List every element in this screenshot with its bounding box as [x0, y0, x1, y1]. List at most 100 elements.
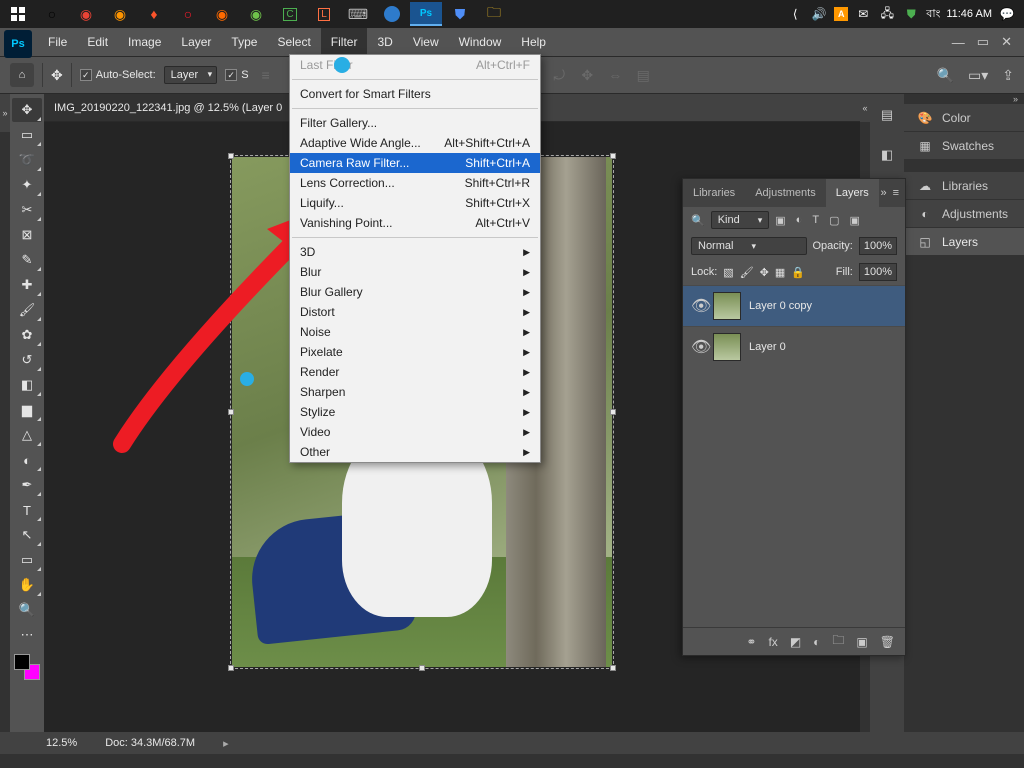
workspace-icon[interactable]: ▭▾ — [968, 67, 988, 84]
menu-item-vanishing-point[interactable]: Vanishing Point...Alt+Ctrl+V — [290, 213, 540, 233]
3d-roll-icon[interactable]: ⤾ — [550, 67, 568, 84]
panel-expand-icon[interactable]: » — [880, 187, 886, 199]
home-icon[interactable]: ⌂ — [10, 63, 34, 87]
share-icon[interactable]: ⇪ — [1002, 67, 1014, 84]
app-l-icon[interactable]: L — [308, 2, 340, 26]
menu-item-distort[interactable]: Distort — [290, 302, 540, 322]
history-panel-icon[interactable]: ▤ — [874, 102, 900, 128]
keyboard-icon[interactable]: ⌨ — [342, 2, 374, 26]
menu-item-camera-raw[interactable]: Camera Raw Filter...Shift+Ctrl+A — [290, 153, 540, 173]
firefox-icon[interactable]: ◉ — [104, 2, 136, 26]
history-brush-tool[interactable]: ↺ — [12, 348, 42, 372]
panel-tab-color[interactable]: 🎨Color — [904, 104, 1024, 132]
menu-item-other[interactable]: Other — [290, 442, 540, 462]
network-tray-icon[interactable]: 🖧 — [878, 5, 896, 23]
menu-item-3d[interactable]: 3D — [290, 242, 540, 262]
auto-select-target-select[interactable]: Layer — [164, 66, 218, 84]
menu-item-stylize[interactable]: Stylize — [290, 402, 540, 422]
menu-item-video[interactable]: Video — [290, 422, 540, 442]
hand-tool[interactable]: ✋ — [12, 573, 42, 597]
menu-select[interactable]: Select — [267, 28, 320, 56]
layer-name[interactable]: Layer 0 copy — [749, 300, 812, 312]
rectangle-tool[interactable]: ▭ — [12, 548, 42, 572]
group-icon[interactable]: 🗀 — [832, 631, 844, 652]
layer-filter-select[interactable]: Kind — [711, 211, 770, 229]
panel-menu-icon[interactable]: ≡ — [893, 187, 899, 199]
panel-tab-layers-inline[interactable]: Layers — [826, 179, 879, 207]
imo-icon[interactable] — [376, 2, 408, 26]
transform-handle-ml[interactable] — [228, 409, 234, 415]
layer-item[interactable]: 👁 Layer 0 — [683, 326, 905, 367]
collapse-right-icon[interactable]: » — [904, 94, 1024, 104]
menu-item-blur[interactable]: Blur — [290, 262, 540, 282]
menu-item-sharpen[interactable]: Sharpen — [290, 382, 540, 402]
clone-stamp-tool[interactable]: ✿ — [12, 323, 42, 347]
volume-icon[interactable]: 🔊 — [810, 5, 828, 23]
show-hidden-icons-icon[interactable]: ⟨ — [786, 5, 804, 23]
lock-position-icon[interactable]: ✥ — [760, 266, 769, 279]
layer-mask-icon[interactable]: ◩ — [790, 635, 801, 649]
panel-tab-libraries-inline[interactable]: Libraries — [683, 179, 745, 207]
brush-tool[interactable]: 🖌 — [12, 298, 42, 322]
menu-item-pixelate[interactable]: Pixelate — [290, 342, 540, 362]
3d-pan-icon[interactable]: ✥ — [578, 67, 596, 84]
opacity-value[interactable]: 100% — [859, 237, 897, 255]
transform-handle-mr[interactable] — [610, 409, 616, 415]
lasso-tool[interactable]: ➰ — [12, 148, 42, 172]
document-tab[interactable]: IMG_20190220_122341.jpg @ 12.5% (Layer 0… — [44, 94, 307, 121]
delete-layer-icon[interactable]: 🗑 — [880, 635, 895, 649]
layer-thumbnail[interactable] — [713, 292, 741, 320]
transform-handle-tl[interactable] — [228, 153, 234, 159]
camtasia-icon[interactable]: ◉ — [206, 2, 238, 26]
panel-tab-adjustments-inline[interactable]: Adjustments — [745, 179, 826, 207]
visibility-toggle-icon[interactable]: 👁 — [691, 337, 705, 357]
lock-transparent-icon[interactable]: ▧ — [723, 266, 733, 279]
shield-taskbar-icon[interactable]: ⛊ — [444, 2, 476, 26]
explorer-icon[interactable]: 🗀 — [478, 2, 510, 26]
visibility-toggle-icon[interactable]: 👁 — [691, 296, 705, 316]
doc-size[interactable]: Doc: 34.3M/68.7M — [105, 737, 195, 749]
menu-item-blur-gallery[interactable]: Blur Gallery — [290, 282, 540, 302]
menu-window[interactable]: Window — [449, 28, 512, 56]
lock-all-icon[interactable]: 🔒 — [791, 266, 805, 279]
new-layer-icon[interactable]: ▣ — [856, 635, 867, 649]
type-tool[interactable]: T — [12, 498, 42, 522]
dodge-tool[interactable]: ◐ — [12, 448, 42, 472]
layer-name[interactable]: Layer 0 — [749, 341, 786, 353]
healing-tool[interactable]: ✚ — [12, 273, 42, 297]
filter-shape-icon[interactable]: ▢ — [829, 214, 839, 227]
menu-help[interactable]: Help — [511, 28, 556, 56]
action-center-icon[interactable]: 💬 — [998, 5, 1016, 23]
layer-style-icon[interactable]: fx — [768, 635, 777, 649]
show-transform-checkbox[interactable]: ✓ S — [225, 69, 248, 81]
transform-handle-br[interactable] — [610, 665, 616, 671]
eyedropper-tool[interactable]: ✎ — [12, 248, 42, 272]
brave-icon[interactable]: ♦ — [138, 2, 170, 26]
panel-tab-swatches[interactable]: ▦Swatches — [904, 132, 1024, 160]
minimize-button[interactable]: — — [952, 35, 965, 50]
crop-tool[interactable]: ✂ — [12, 198, 42, 222]
mail-tray-icon[interactable]: ✉ — [854, 5, 872, 23]
avast-tray-icon[interactable]: A — [834, 7, 848, 21]
clock[interactable]: 11:46 AM — [946, 8, 992, 20]
menu-edit[interactable]: Edit — [77, 28, 118, 56]
chrome-icon[interactable]: ◉ — [70, 2, 102, 26]
menu-type[interactable]: Type — [221, 28, 267, 56]
layer-item[interactable]: 👁 Layer 0 copy — [683, 285, 905, 326]
left-dock-strip[interactable]: » — [0, 94, 10, 732]
foreground-swatch[interactable] — [14, 654, 30, 670]
transform-handle-tr[interactable] — [610, 153, 616, 159]
menu-item-wide-angle[interactable]: Adaptive Wide Angle...Alt+Shift+Ctrl+A — [290, 133, 540, 153]
link-layers-icon[interactable]: ⚭ — [746, 635, 756, 649]
torch-icon[interactable]: ◉ — [240, 2, 272, 26]
panel-tab-libraries[interactable]: ☁Libraries — [904, 172, 1024, 200]
menu-item-liquify[interactable]: Liquify...Shift+Ctrl+X — [290, 193, 540, 213]
edit-toolbar-icon[interactable]: ⋯ — [12, 623, 42, 647]
menu-item-lens-correction[interactable]: Lens Correction...Shift+Ctrl+R — [290, 173, 540, 193]
filter-adjust-icon[interactable]: ◐ — [796, 214, 803, 227]
path-select-tool[interactable]: ↖ — [12, 523, 42, 547]
frame-tool[interactable]: ⊠ — [12, 223, 42, 247]
search-icon[interactable]: 🔍 — [937, 67, 954, 84]
zoom-tool[interactable]: 🔍 — [12, 598, 42, 622]
zoom-level[interactable]: 12.5% — [46, 737, 77, 749]
